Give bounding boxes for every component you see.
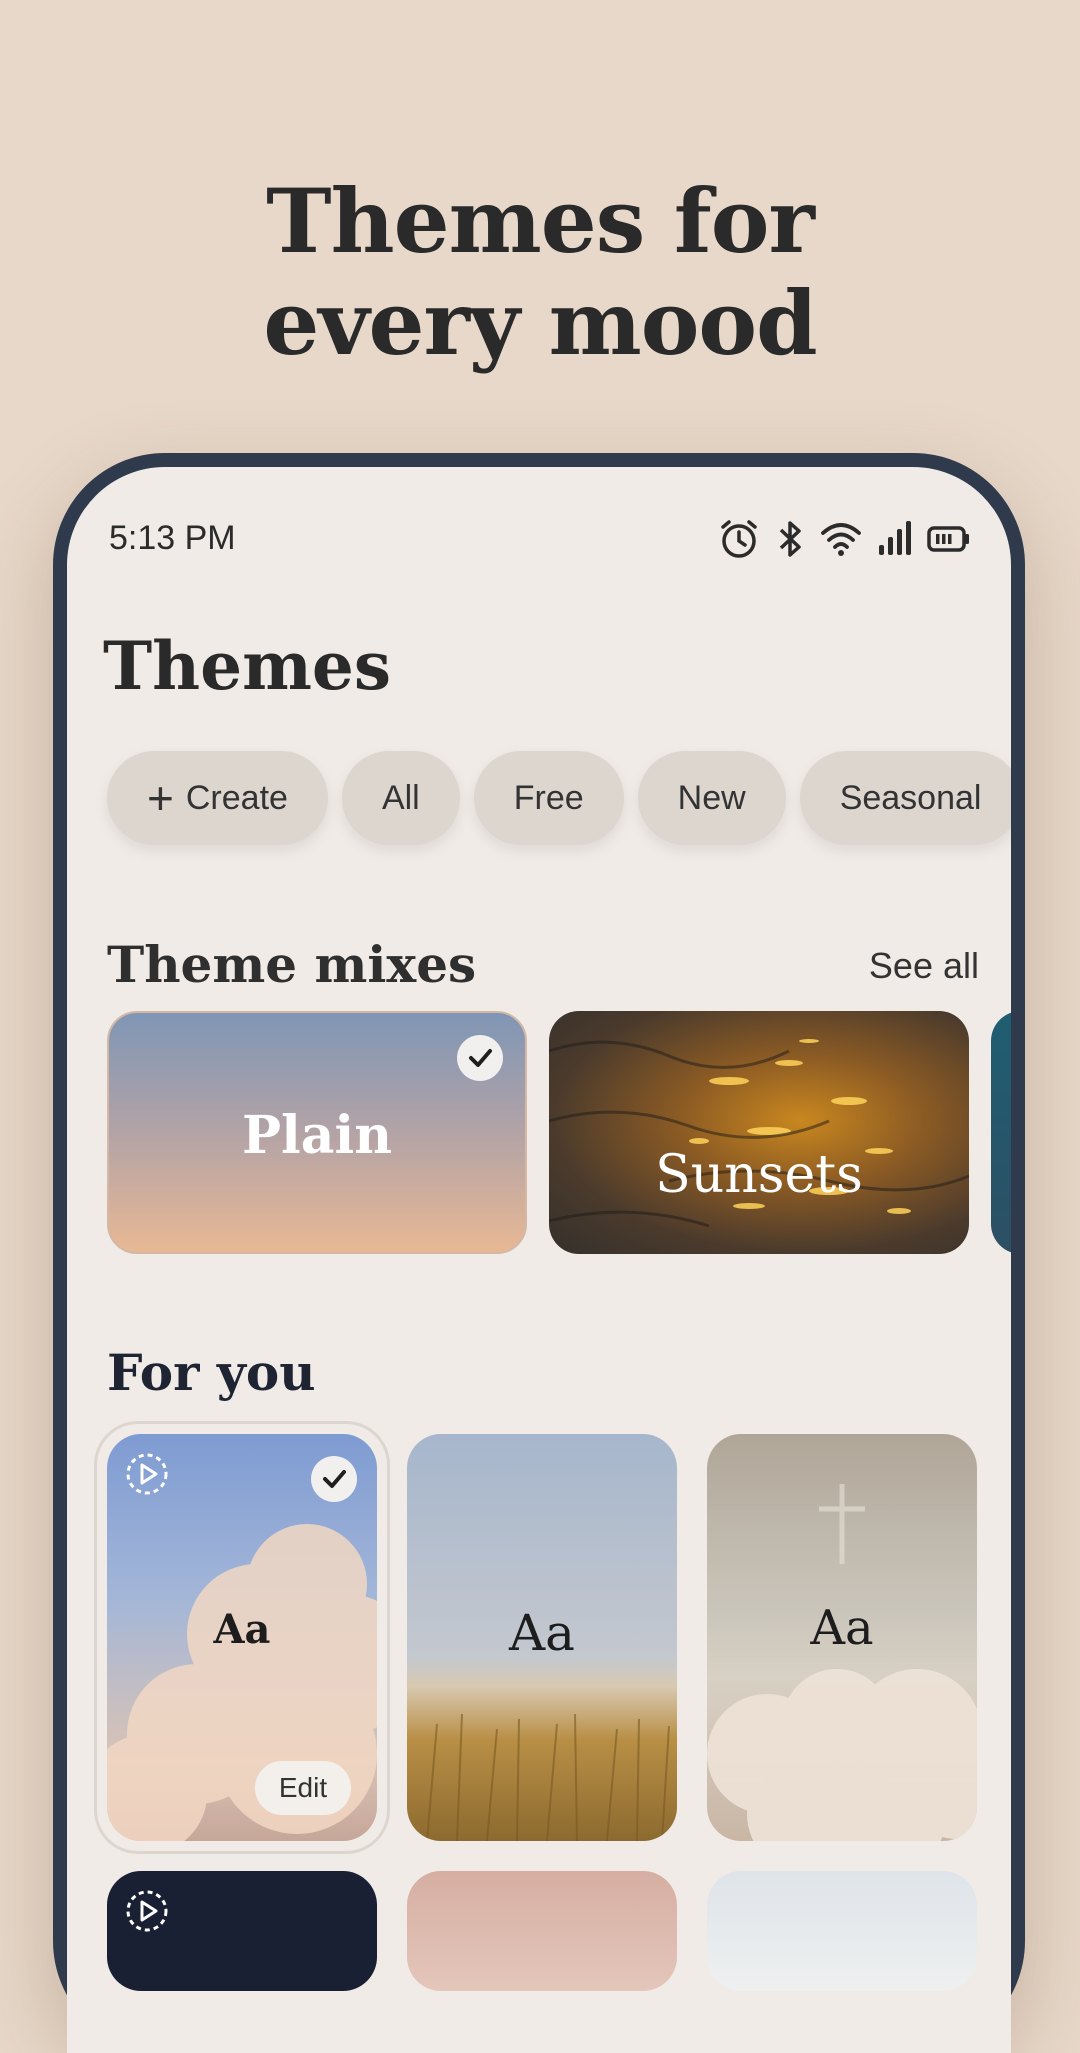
edit-button[interactable]: Edit xyxy=(255,1761,351,1815)
plus-icon: + xyxy=(147,772,174,824)
sunsets-water-image xyxy=(549,1039,969,1228)
see-all-link[interactable]: See all xyxy=(869,945,979,987)
for-you-title: For you xyxy=(107,1343,316,1402)
mix-card-label: Sunsets xyxy=(655,1145,863,1205)
status-icons xyxy=(717,517,971,561)
mix-card-sunsets[interactable]: Sunsets xyxy=(549,1011,969,1254)
phone-screen: 5:13 PM Themes + Create All Free New Sea… xyxy=(67,467,1011,2053)
filter-chips: + Create All Free New Seasonal xyxy=(107,751,1011,845)
theme-mixes-title: Theme mixes xyxy=(107,935,477,994)
theme-card-night[interactable] xyxy=(107,1871,377,1991)
headline: Themes for every mood xyxy=(0,170,1080,374)
signal-icon xyxy=(879,521,911,555)
page-title: Themes xyxy=(103,627,392,705)
create-chip-label: Create xyxy=(185,778,288,817)
animated-theme-icon xyxy=(125,1452,169,1501)
headline-line-1: Themes for xyxy=(266,169,815,273)
animated-theme-icon xyxy=(125,1889,169,1938)
theme-card-pink[interactable] xyxy=(407,1871,677,1991)
alarm-icon xyxy=(721,520,757,558)
battery-icon xyxy=(927,526,969,552)
mix-card-label: Plain xyxy=(241,1105,393,1166)
headline-line-2: every mood xyxy=(263,271,817,375)
chip-all[interactable]: All xyxy=(341,751,460,845)
theme-card-wheat[interactable]: Aa xyxy=(407,1434,677,1841)
mix-card-plain[interactable]: Plain xyxy=(107,1011,527,1254)
wifi-icon xyxy=(821,523,861,556)
phone-frame: 5:13 PM Themes + Create All Free New Sea… xyxy=(53,453,1025,2053)
chip-new[interactable]: New xyxy=(637,751,786,845)
bluetooth-icon xyxy=(779,521,801,557)
theme-card-cross-clouds[interactable]: Aa xyxy=(707,1434,977,1841)
chip-seasonal[interactable]: Seasonal xyxy=(799,751,1011,845)
selected-check-icon xyxy=(311,1456,357,1502)
theme-preview-text: Aa xyxy=(810,1600,874,1656)
theme-card-light[interactable] xyxy=(707,1871,977,1991)
theme-preview-text: Aa xyxy=(213,1606,271,1653)
create-chip[interactable]: + Create xyxy=(107,751,328,845)
mix-card-partial[interactable] xyxy=(991,1011,1011,1254)
theme-card-clouds[interactable]: Aa Edit xyxy=(107,1434,377,1841)
selected-check-icon xyxy=(457,1035,503,1081)
chip-free[interactable]: Free xyxy=(473,751,624,845)
status-time: 5:13 PM xyxy=(109,519,236,557)
theme-preview-text: Aa xyxy=(509,1604,575,1662)
